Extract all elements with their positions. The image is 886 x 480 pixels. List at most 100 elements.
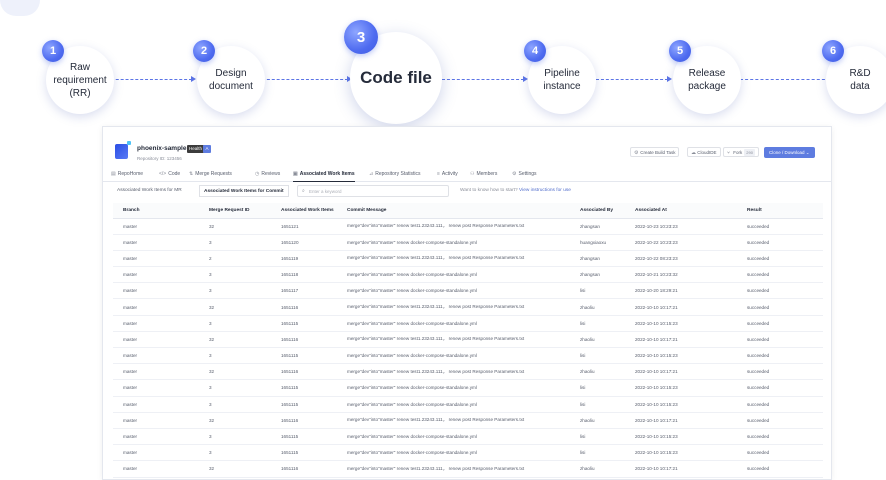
table-row[interactable]: master 32 1651116 merge"dev"into"master" re… — [113, 363, 823, 381]
table-row[interactable]: master 3 1651115 merge"dev"into"master" ren… — [113, 315, 823, 332]
table-row[interactable]: master 3 1651120 merge"dev"into"master" ren… — [113, 234, 823, 251]
cell-work-item-id[interactable]: 1651121 — [271, 218, 337, 235]
cell-result: succeeded — [737, 444, 823, 462]
step-number-badge: 5 — [669, 40, 691, 62]
tab-activity[interactable]: ≡ Activity — [437, 171, 458, 177]
cell-associated-at: 2022-10-10 10:15:23 — [625, 428, 737, 446]
table-row[interactable]: master 32 1651121 merge"dev"into"master" re… — [113, 218, 823, 235]
repo-name[interactable]: phoenix-sample — [137, 145, 186, 152]
cell-work-item-id[interactable]: 1651115 — [271, 379, 337, 397]
search-field[interactable]: ⌕ — [297, 185, 449, 197]
cell-work-item-id[interactable]: 1651115 — [271, 315, 337, 332]
cell-work-item-id[interactable]: 1651120 — [271, 234, 337, 251]
table-row[interactable]: master 3 1651115 merge"dev"into"master" ren… — [113, 444, 823, 462]
tab-reviews[interactable]: ◷ Reviews — [255, 171, 280, 177]
subtab-work-items-for-commit[interactable]: Associated Work Items for Commit — [199, 185, 289, 197]
cell-associated-at: 2022-10-21 10:23:32 — [625, 266, 737, 284]
tab-label: RepoHome — [117, 171, 144, 177]
cell-work-item-id[interactable]: 1651115 — [271, 428, 337, 446]
cell-associated-at: 2022-10-10 10:17:21 — [625, 331, 737, 349]
table-row[interactable]: master 32 1651116 merge"dev"into"master" re… — [113, 298, 823, 316]
decorative-corner — [0, 0, 40, 16]
create-build-task-button[interactable]: ⚙ Create Build Task — [630, 147, 680, 157]
search-input[interactable] — [309, 187, 439, 196]
cell-commit-message: merge"dev"into"master" renew docker-comp… — [337, 266, 570, 284]
review-icon: ◷ — [255, 171, 260, 177]
flow-step-code-file: 3 Code file — [344, 20, 442, 124]
cell-merge-request-id: 3 — [199, 379, 271, 397]
tab-members[interactable]: ⚇ Members — [470, 171, 497, 177]
repo-header: phoenix-sample Health A Repository ID: 1… — [103, 127, 831, 167]
subtab-work-items-for-mr[interactable]: Associated Work Items for MR — [113, 185, 186, 197]
table-row[interactable]: master 3 1651115 merge"dev"into"master" ren… — [113, 396, 823, 413]
clone-download-button[interactable]: Clone / Download ⌄ — [764, 147, 815, 158]
cell-associated-at: 2022-10-10 10:17:21 — [625, 460, 737, 478]
table-row[interactable]: master 3 1651115 merge"dev"into"master" ren… — [113, 428, 823, 446]
step-number-badge: 3 — [344, 20, 378, 54]
cell-work-item-id[interactable]: 1651116 — [271, 460, 337, 478]
table-row[interactable]: master 2 1651119 merge"dev"into"master" ren… — [113, 250, 823, 268]
cell-associated-by: zhaoliu — [570, 363, 625, 381]
table-row[interactable]: master 32 1651116 merge"dev"into"master" re… — [113, 412, 823, 429]
cell-associated-by: zhangsan — [570, 266, 625, 284]
build-icon: ⚙ — [634, 150, 639, 156]
cell-commit-message: merge"dev"into"master" renew test1.23243… — [337, 412, 570, 429]
cell-associated-by: zhaoliu — [570, 460, 625, 478]
column-header: Result — [737, 203, 823, 219]
cell-branch: master — [113, 315, 199, 332]
cell-branch: master — [113, 298, 199, 316]
tab-associated-work-items[interactable]: ▣ Associated Work Items — [293, 171, 355, 182]
merge-icon: ⇅ — [189, 171, 194, 177]
cell-result: succeeded — [737, 331, 823, 349]
cell-merge-request-id: 32 — [199, 218, 271, 235]
tab-code[interactable]: </> Code — [159, 171, 180, 177]
cell-associated-by: zhaoliu — [570, 331, 625, 349]
cell-work-item-id[interactable]: 1651119 — [271, 250, 337, 268]
cell-work-item-id[interactable]: 1651116 — [271, 331, 337, 349]
cell-work-item-id[interactable]: 1651116 — [271, 363, 337, 381]
cell-work-item-id[interactable]: 1651115 — [271, 396, 337, 413]
tab-merge-requests[interactable]: ⇅ Merge Requests — [189, 171, 232, 177]
cell-commit-message: merge"dev"into"master" renew docker-comp… — [337, 282, 570, 300]
cell-branch: master — [113, 282, 199, 300]
table-row[interactable]: master 32 1651116 merge"dev"into"master" re… — [113, 460, 823, 478]
health-badge: Health — [187, 145, 205, 153]
table-row[interactable]: master 3 1651115 merge"dev"into"master" ren… — [113, 379, 823, 397]
instructions-link[interactable]: View instructions for use — [519, 188, 571, 193]
cell-branch: master — [113, 460, 199, 478]
tab-repohome[interactable]: ▤ RepoHome — [111, 171, 143, 177]
flow-step-release-package: 5 Release package — [669, 40, 741, 114]
table-header-row: Branch Merge Request ID Associated Work … — [113, 203, 823, 219]
fork-count: 290 — [744, 149, 755, 156]
column-header: Associated At — [625, 203, 737, 219]
tab-repository-statistics[interactable]: ⊿ Repository Statistics — [369, 171, 421, 177]
cell-associated-by: zhangsan — [570, 250, 625, 268]
cell-work-item-id[interactable]: 1651116 — [271, 412, 337, 429]
cell-work-item-id[interactable]: 1651116 — [271, 298, 337, 316]
cloudide-button[interactable]: ☁ CloudIDE — [687, 147, 721, 157]
cell-branch: master — [113, 396, 199, 413]
cell-work-item-id[interactable]: 1651115 — [271, 347, 337, 365]
cell-commit-message: merge"dev"into"master" renew test1.23243… — [337, 298, 570, 316]
step-number-badge: 1 — [42, 40, 64, 62]
table-row[interactable]: master 32 1651116 merge"dev"into"master" re… — [113, 331, 823, 349]
cell-associated-by: lisi — [570, 315, 625, 332]
table-row[interactable]: master 3 1651117 merge"dev"into"master" ren… — [113, 282, 823, 300]
table-row[interactable]: master 3 1651115 merge"dev"into"master" ren… — [113, 347, 823, 365]
cell-work-item-id[interactable]: 1651117 — [271, 282, 337, 300]
cell-associated-by: lisi — [570, 428, 625, 446]
table-row[interactable]: master 3 1651118 merge"dev"into"master" ren… — [113, 266, 823, 284]
tab-settings[interactable]: ⚙ Settings — [512, 171, 537, 177]
step-label: Design document — [209, 68, 253, 92]
help-text: Want to know how to start? View instruct… — [460, 188, 571, 193]
cell-associated-by: zhaoliu — [570, 298, 625, 316]
cell-commit-message: merge"dev"into"master" renew test1.23243… — [337, 363, 570, 381]
cell-commit-message: merge"dev"into"master" renew test1.23243… — [337, 331, 570, 349]
cell-work-item-id[interactable]: 1651115 — [271, 444, 337, 462]
cell-work-item-id[interactable]: 1651118 — [271, 266, 337, 284]
fork-button[interactable]: ⑂ Fork 290 — [723, 147, 759, 157]
cell-merge-request-id: 3 — [199, 444, 271, 462]
flow-step-raw-requirement: 1 Raw requirement (RR) — [42, 40, 114, 114]
code-icon: </> — [159, 171, 167, 177]
repo-logo-icon — [115, 144, 128, 159]
